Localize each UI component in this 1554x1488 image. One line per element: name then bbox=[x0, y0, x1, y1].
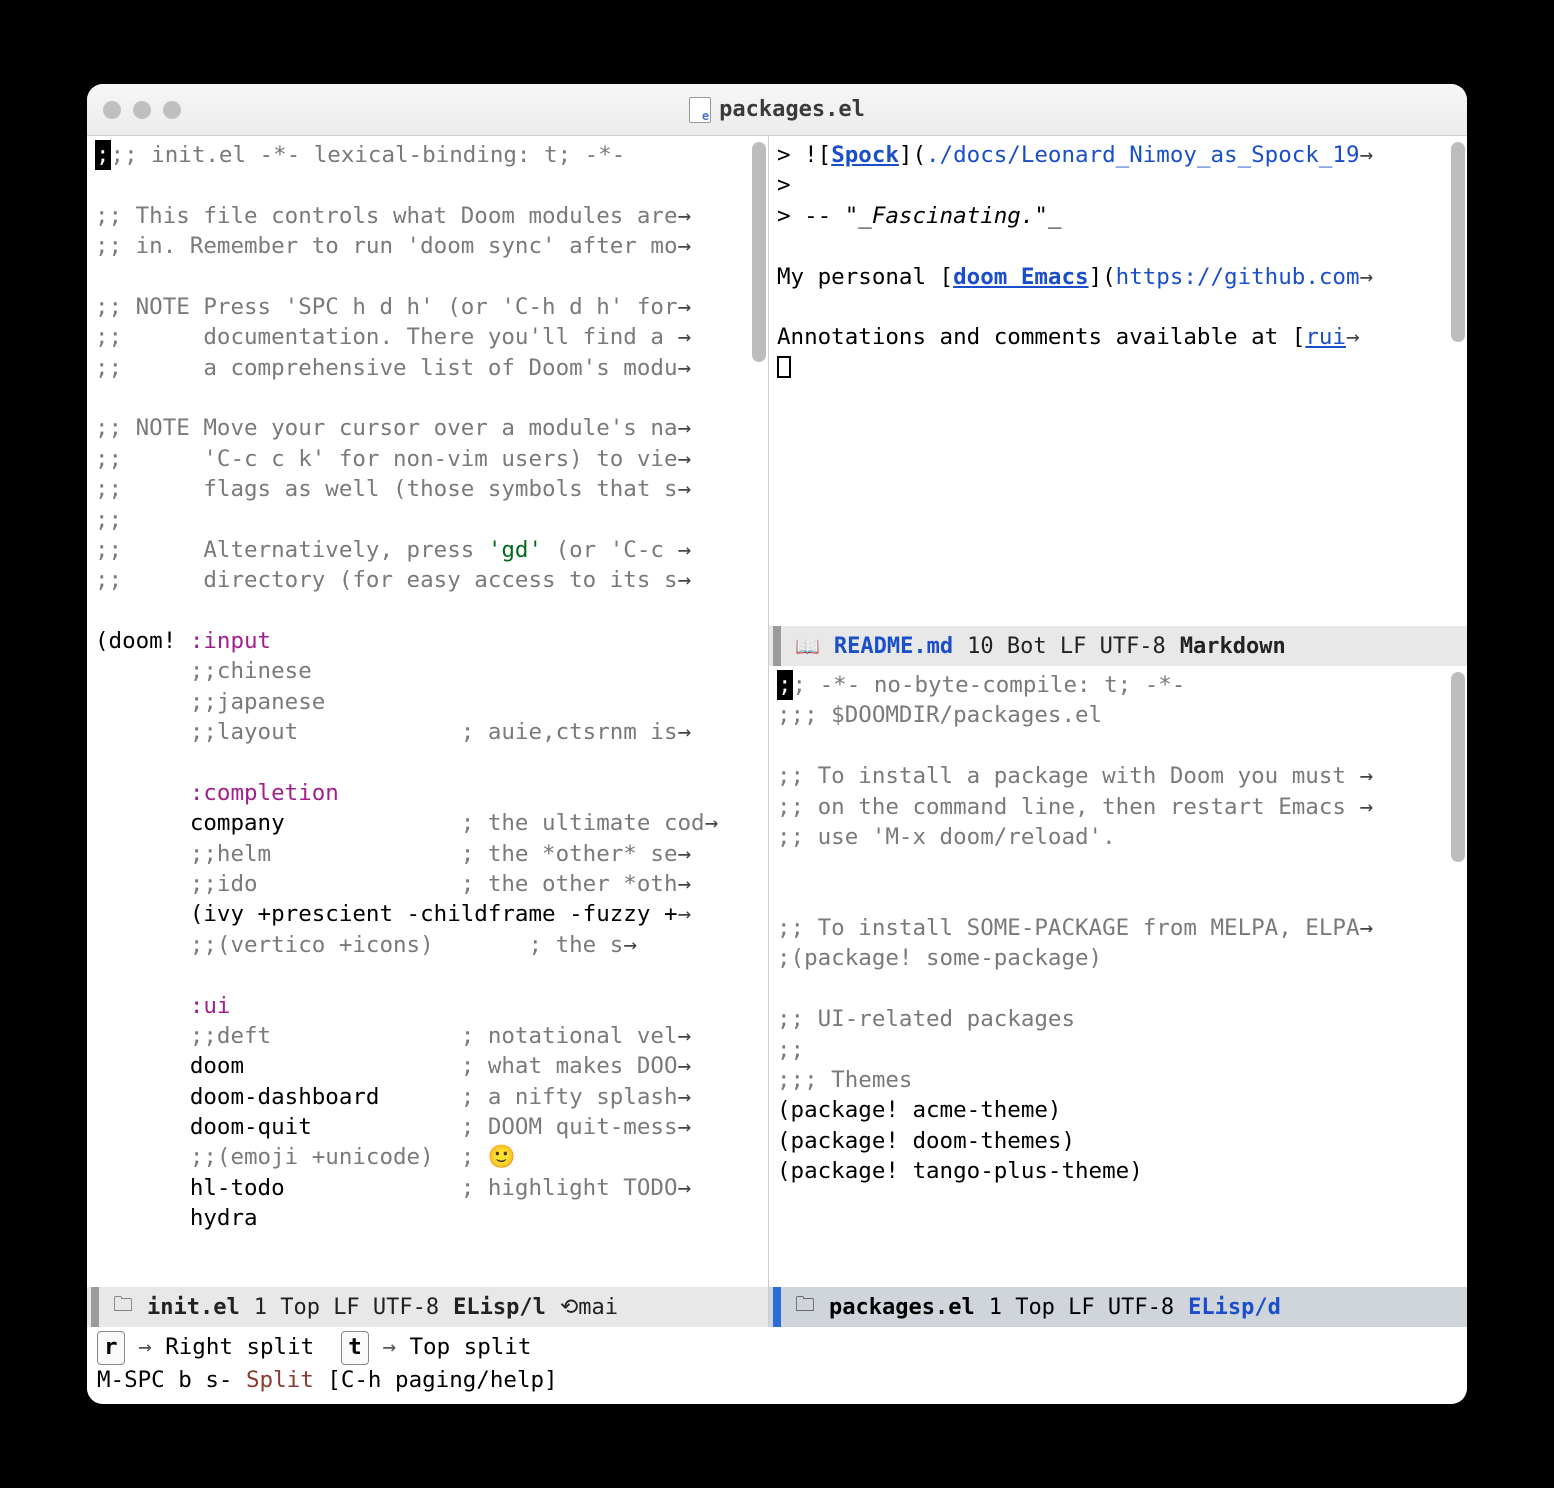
right-column: > ![Spock](./docs/Leonard_Nimoy_as_Spock… bbox=[769, 136, 1467, 1327]
window-controls bbox=[103, 101, 181, 119]
window-title: packages.el bbox=[719, 97, 865, 122]
which-key-prefix: M-SPC b s- Split [C-h paging/help] bbox=[97, 1365, 1457, 1397]
close-icon[interactable] bbox=[103, 101, 121, 119]
splits: ;;; init.el -*- lexical-binding: t; -*- … bbox=[87, 136, 1467, 1327]
modeline-filename: README.md bbox=[834, 634, 953, 659]
readme-content: > ![Spock](./docs/Leonard_Nimoy_as_Spock… bbox=[769, 136, 1467, 387]
folder-icon: 🗀 bbox=[113, 1290, 133, 1324]
folder-icon: 🗀 bbox=[795, 1290, 815, 1324]
minimize-icon[interactable] bbox=[133, 101, 151, 119]
modeline-indicator bbox=[773, 626, 781, 666]
modeline-filename: packages.el bbox=[829, 1295, 975, 1320]
modeline-position: 10 Bot LF UTF-8 bbox=[967, 634, 1166, 659]
zoom-icon[interactable] bbox=[163, 101, 181, 119]
init-el-content: ;;; init.el -*- lexical-binding: t; -*- … bbox=[87, 136, 768, 1238]
modeline-packages[interactable]: 🗀 packages.el 1 Top LF UTF-8 ELisp/d bbox=[769, 1287, 1467, 1327]
empty-cursor-box bbox=[777, 356, 791, 378]
init-el-buffer[interactable]: ;;; init.el -*- lexical-binding: t; -*- … bbox=[87, 136, 768, 1287]
spock-link[interactable]: Spock bbox=[831, 142, 899, 168]
minibuffer[interactable]: r → Right split t → Top split M-SPC b s-… bbox=[87, 1327, 1467, 1404]
packages-content: ;; -*- no-byte-compile: t; -*- ;;; $DOOM… bbox=[769, 666, 1467, 1190]
modeline-readme[interactable]: 📖 README.md 10 Bot LF UTF-8 Markdown bbox=[769, 626, 1467, 666]
book-icon: 📖 bbox=[795, 634, 820, 658]
workarea: ;;; init.el -*- lexical-binding: t; -*- … bbox=[87, 136, 1467, 1404]
modeline-major-mode: ELisp/d bbox=[1188, 1295, 1281, 1320]
modeline-indicator bbox=[773, 1287, 781, 1327]
modeline-extra: ⟲mai bbox=[560, 1295, 618, 1320]
packages-buffer[interactable]: ;; -*- no-byte-compile: t; -*- ;;; $DOOM… bbox=[769, 666, 1467, 1287]
modeline-position: 1 Top LF UTF-8 bbox=[989, 1295, 1174, 1320]
readme-split: > ![Spock](./docs/Leonard_Nimoy_as_Spock… bbox=[769, 136, 1467, 666]
scrollbar[interactable] bbox=[1451, 672, 1465, 862]
modeline-init-el[interactable]: 🗀 init.el 1 Top LF UTF-8 ELisp/l ⟲mai bbox=[87, 1287, 768, 1327]
key-r[interactable]: r bbox=[97, 1331, 125, 1365]
key-t[interactable]: t bbox=[341, 1331, 369, 1365]
left-column: ;;; init.el -*- lexical-binding: t; -*- … bbox=[87, 136, 769, 1327]
doom-emacs-link[interactable]: doom Emacs bbox=[953, 264, 1088, 290]
modeline-major-mode: Markdown bbox=[1180, 634, 1286, 659]
cursor: ; bbox=[95, 140, 111, 170]
emacs-window: packages.el ;;; init.el -*- lexical-bind… bbox=[87, 84, 1467, 1404]
modeline-position: 1 Top LF UTF-8 bbox=[254, 1295, 439, 1320]
modeline-filename: init.el bbox=[147, 1295, 240, 1320]
packages-split: ;; -*- no-byte-compile: t; -*- ;;; $DOOM… bbox=[769, 666, 1467, 1327]
modeline-major-mode: ELisp/l bbox=[453, 1295, 546, 1320]
scrollbar[interactable] bbox=[1451, 142, 1465, 342]
document-icon bbox=[689, 97, 711, 123]
modeline-indicator bbox=[91, 1287, 99, 1327]
cursor: ; bbox=[777, 670, 793, 700]
titlebar: packages.el bbox=[87, 84, 1467, 136]
emoji-icon: 🙂 bbox=[488, 1144, 516, 1170]
readme-buffer[interactable]: > ![Spock](./docs/Leonard_Nimoy_as_Spock… bbox=[769, 136, 1467, 626]
scrollbar[interactable] bbox=[752, 142, 766, 362]
rui-link[interactable]: rui bbox=[1305, 324, 1346, 350]
which-key-options: r → Right split t → Top split bbox=[97, 1331, 1457, 1365]
